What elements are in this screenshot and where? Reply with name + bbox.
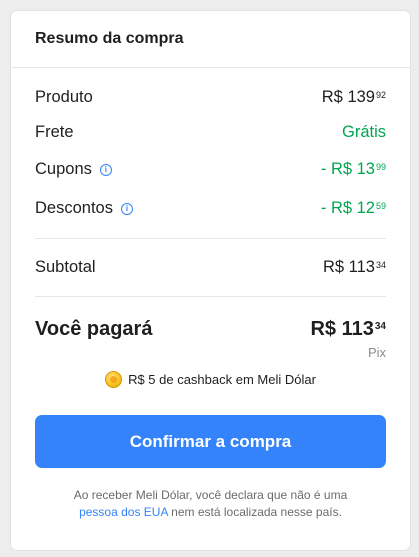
- disclaimer-text-1: Ao receber Meli Dólar, você declara que …: [73, 488, 348, 502]
- produto-value-cents: 92: [375, 90, 386, 100]
- row-frete: Frete Grátis: [35, 123, 386, 142]
- info-icon[interactable]: i: [120, 202, 133, 215]
- card-header: Resumo da compra: [11, 11, 410, 68]
- subtotal-label: Subtotal: [35, 258, 96, 276]
- subtotal-value: R$ 113 34: [323, 258, 386, 277]
- subtotal-value-main: R$ 113: [323, 258, 375, 276]
- descontos-value-main: - R$ 12: [320, 199, 375, 217]
- descontos-label: Descontos: [35, 199, 113, 217]
- cupons-value-cents: 99: [375, 162, 386, 172]
- cupons-value: - R$ 13 99: [321, 160, 386, 179]
- total-value-cents: 34: [374, 321, 386, 332]
- confirm-purchase-button[interactable]: Confirmar a compra: [35, 415, 386, 468]
- summary-title: Resumo da compra: [35, 30, 184, 47]
- total-value: R$ 113 34: [310, 318, 386, 341]
- row-total: Você pagará R$ 113 34 Pix: [35, 318, 386, 360]
- descontos-value: - R$ 12 59: [321, 199, 386, 218]
- frete-label: Frete: [35, 123, 74, 141]
- total-value-wrap: R$ 113 34 Pix: [310, 318, 386, 360]
- total-label: Você pagará: [35, 318, 153, 340]
- row-subtotal: Subtotal R$ 113 34: [35, 258, 386, 277]
- card-body: Produto R$ 139 92 Frete Grátis Cupons i …: [11, 88, 410, 521]
- disclaimer-text-2: nem está localizada nesse país.: [171, 505, 342, 519]
- divider: [35, 238, 386, 239]
- frete-value: Grátis: [341, 123, 386, 141]
- coin-icon: [105, 371, 123, 388]
- row-cupons: Cupons i - R$ 13 99: [35, 160, 386, 179]
- cashback-info: R$ 5 de cashback em Meli Dólar: [35, 371, 386, 388]
- info-icon[interactable]: i: [99, 163, 112, 176]
- cupons-label-wrap: Cupons i: [35, 160, 112, 179]
- total-value-main: R$ 113: [310, 318, 374, 340]
- produto-label: Produto: [35, 88, 93, 106]
- produto-value-main: R$ 139: [321, 88, 375, 106]
- cashback-text: R$ 5 de cashback em Meli Dólar: [128, 372, 316, 387]
- row-produto: Produto R$ 139 92: [35, 88, 386, 107]
- descontos-value-cents: 59: [375, 201, 386, 211]
- cupons-label: Cupons: [35, 160, 92, 178]
- subtotal-value-cents: 34: [375, 260, 386, 270]
- cupons-value-main: - R$ 13: [320, 160, 375, 178]
- payment-method: Pix: [367, 345, 386, 360]
- descontos-label-wrap: Descontos i: [35, 199, 133, 218]
- disclaimer: Ao receber Meli Dólar, você declara que …: [35, 487, 386, 521]
- row-descontos: Descontos i - R$ 12 59: [35, 199, 386, 218]
- produto-value: R$ 139 92: [322, 88, 386, 107]
- us-person-link[interactable]: pessoa dos EUA: [79, 505, 168, 519]
- divider: [35, 296, 386, 297]
- purchase-summary-card: Resumo da compra Produto R$ 139 92 Frete…: [10, 10, 411, 551]
